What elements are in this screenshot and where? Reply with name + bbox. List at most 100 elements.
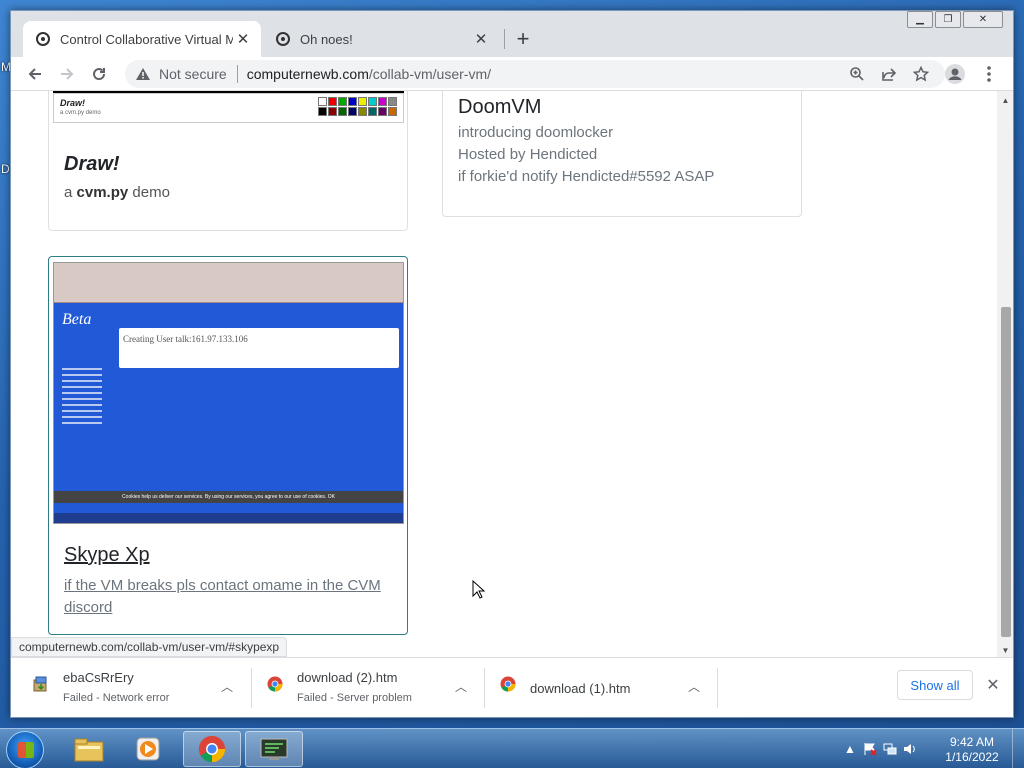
close-icon[interactable]: ✕ — [233, 29, 253, 49]
divider — [251, 668, 252, 708]
show-desktop-button[interactable] — [1012, 729, 1024, 768]
close-icon[interactable]: ✕ — [983, 672, 1003, 698]
download-item[interactable]: download (2).htm Failed - Server problem… — [255, 662, 485, 714]
security-label[interactable]: Not secure — [159, 66, 227, 82]
chrome-file-icon — [267, 676, 283, 692]
url-host: computernewb.com — [246, 66, 369, 82]
thumbnail-title: Draw! — [60, 98, 86, 108]
new-tab-button[interactable]: + — [509, 25, 537, 53]
vm-description-line: if forkie'd notify Hendicted#5592 ASAP — [458, 168, 715, 185]
thumbnail-panel: Creating User talk:161.97.133.106 — [119, 328, 399, 368]
profile-avatar-icon[interactable] — [941, 60, 969, 88]
reload-button[interactable] — [85, 60, 113, 88]
network-icon[interactable] — [880, 742, 900, 756]
media-player-taskbar-icon[interactable] — [120, 731, 178, 767]
wiki-logo: Beta — [62, 311, 92, 328]
color-palette — [318, 97, 397, 116]
share-icon[interactable] — [873, 66, 905, 82]
thumbnail-cookie-bar: Cookies help us deliver our services. By… — [54, 491, 403, 503]
maximize-button[interactable]: ❐ — [935, 11, 961, 28]
bookmark-star-icon[interactable] — [905, 66, 937, 82]
divider — [236, 65, 238, 83]
address-bar-actions — [841, 60, 937, 88]
browser-window: Control Collaborative Virtual Ma ✕ Oh no… — [10, 10, 1014, 718]
window-controls: ▁ ❐ ✕ — [905, 11, 1003, 28]
vm-title: DoomVM — [458, 96, 542, 118]
download-item[interactable]: ebaCsRrEry Failed - Network error ︿ — [21, 662, 251, 714]
system-tray: ▲ — [840, 729, 920, 768]
installer-file-icon — [33, 676, 49, 692]
vm-description: a cvm.py demo — [64, 184, 170, 201]
download-status: Failed - Network error — [63, 692, 170, 704]
vm-thumbnail[interactable]: Beta Creating User talk:161.97.133.106 C… — [53, 262, 404, 524]
thumbnail-subtitle: a cvm.py demo — [60, 110, 101, 116]
download-status: Failed - Server problem — [297, 692, 412, 704]
tab-oh-noes[interactable]: Oh noes! ✕ — [263, 21, 499, 57]
address-bar[interactable]: Not secure computernewb.com/collab-vm/us… — [125, 60, 945, 88]
description-text: demo — [128, 184, 170, 201]
url-path: /collab-vm/user-vm/ — [368, 66, 492, 82]
taskbar: ▲ 9:42 AM 1/16/2022 — [0, 728, 1024, 768]
close-icon[interactable]: ✕ — [471, 29, 491, 49]
chrome-file-icon — [500, 676, 516, 692]
desktop-icon-label: D — [1, 162, 10, 176]
tab-separator — [504, 29, 505, 49]
vm-card-draw[interactable]: Draw! a cvm.py demo Draw! a cvm.py demo — [48, 91, 408, 231]
vm-thumbnail[interactable]: Draw! a cvm.py demo — [53, 91, 404, 123]
menu-kebab-icon[interactable] — [975, 60, 1003, 88]
scrollbar-thumb[interactable] — [1001, 307, 1011, 637]
clock-date: 1/16/2022 — [945, 750, 999, 764]
chevron-up-icon[interactable]: ▲ — [840, 742, 860, 756]
vm-description-line: Hosted by Hendicted — [458, 146, 598, 163]
forward-button[interactable] — [53, 60, 81, 88]
warning-icon[interactable] — [135, 66, 151, 82]
card-body: Skype Xp if the VM breaks pls contact om… — [64, 544, 394, 619]
divider — [717, 668, 718, 708]
back-button[interactable] — [21, 60, 49, 88]
chrome-taskbar-icon[interactable] — [183, 731, 241, 767]
show-all-button[interactable]: Show all — [897, 670, 973, 700]
tab-strip: Control Collaborative Virtual Ma ✕ Oh no… — [11, 11, 1013, 57]
zoom-icon[interactable] — [841, 66, 873, 82]
vm-description[interactable]: if the VM breaks pls contact omame in th… — [64, 575, 394, 619]
description-bold: cvm.py — [76, 184, 129, 201]
divider — [484, 668, 485, 708]
taskbar-clock[interactable]: 9:42 AM 1/16/2022 — [942, 735, 1002, 765]
scroll-down-icon[interactable]: ▼ — [997, 643, 1013, 657]
download-filename: ebaCsRrEry — [63, 670, 134, 685]
tab-title: Control Collaborative Virtual Ma — [60, 31, 233, 47]
minimize-button[interactable]: ▁ — [907, 11, 933, 28]
action-center-flag-icon[interactable] — [860, 742, 880, 756]
vm-app-taskbar-icon[interactable] — [245, 731, 303, 767]
scroll-up-icon[interactable]: ▲ — [997, 93, 1013, 107]
download-filename: download (2).htm — [297, 670, 398, 685]
tab-collab-vm[interactable]: Control Collaborative Virtual Ma ✕ — [23, 21, 261, 57]
download-item[interactable]: download (1).htm ︿ — [488, 662, 718, 714]
downloads-shelf: ebaCsRrEry Failed - Network error ︿ down… — [11, 657, 1013, 717]
description-text: a — [64, 184, 77, 201]
collabvm-favicon-icon — [275, 31, 291, 47]
card-body: Draw! a cvm.py demo — [64, 153, 170, 201]
collabvm-favicon-icon — [35, 31, 51, 47]
page-scrollbar[interactable]: ▲ ▼ — [997, 91, 1013, 657]
close-window-button[interactable]: ✕ — [963, 11, 1003, 28]
download-filename: download (1).htm — [530, 681, 631, 696]
page-content: Draw! a cvm.py demo Draw! a cvm.py demo … — [11, 91, 1013, 657]
browser-toolbar: Not secure computernewb.com/collab-vm/us… — [11, 57, 1013, 91]
vm-card-doomvm[interactable]: DoomVM introducing doomlocker Hosted by … — [442, 91, 802, 217]
chevron-up-icon[interactable]: ︿ — [451, 676, 471, 696]
volume-icon[interactable] — [900, 742, 920, 756]
vm-title[interactable]: Skype Xp — [64, 544, 394, 567]
start-button[interactable] — [6, 731, 44, 768]
clock-time: 9:42 AM — [949, 735, 995, 749]
mouse-cursor-icon — [472, 580, 486, 599]
vm-title: Draw! — [64, 153, 120, 175]
link-status-bar: computernewb.com/collab-vm/user-vm/#skyp… — [11, 637, 288, 657]
chevron-up-icon[interactable]: ︿ — [217, 676, 237, 696]
card-body: DoomVM introducing doomlocker Hosted by … — [458, 96, 714, 185]
thumbnail-heading: Creating User talk:161.97.133.106 — [123, 334, 248, 344]
chevron-up-icon[interactable]: ︿ — [684, 676, 704, 696]
vm-card-skype-xp[interactable]: Beta Creating User talk:161.97.133.106 C… — [48, 256, 408, 635]
explorer-taskbar-icon[interactable] — [60, 731, 118, 767]
thumbnail-sidebar — [62, 368, 112, 428]
